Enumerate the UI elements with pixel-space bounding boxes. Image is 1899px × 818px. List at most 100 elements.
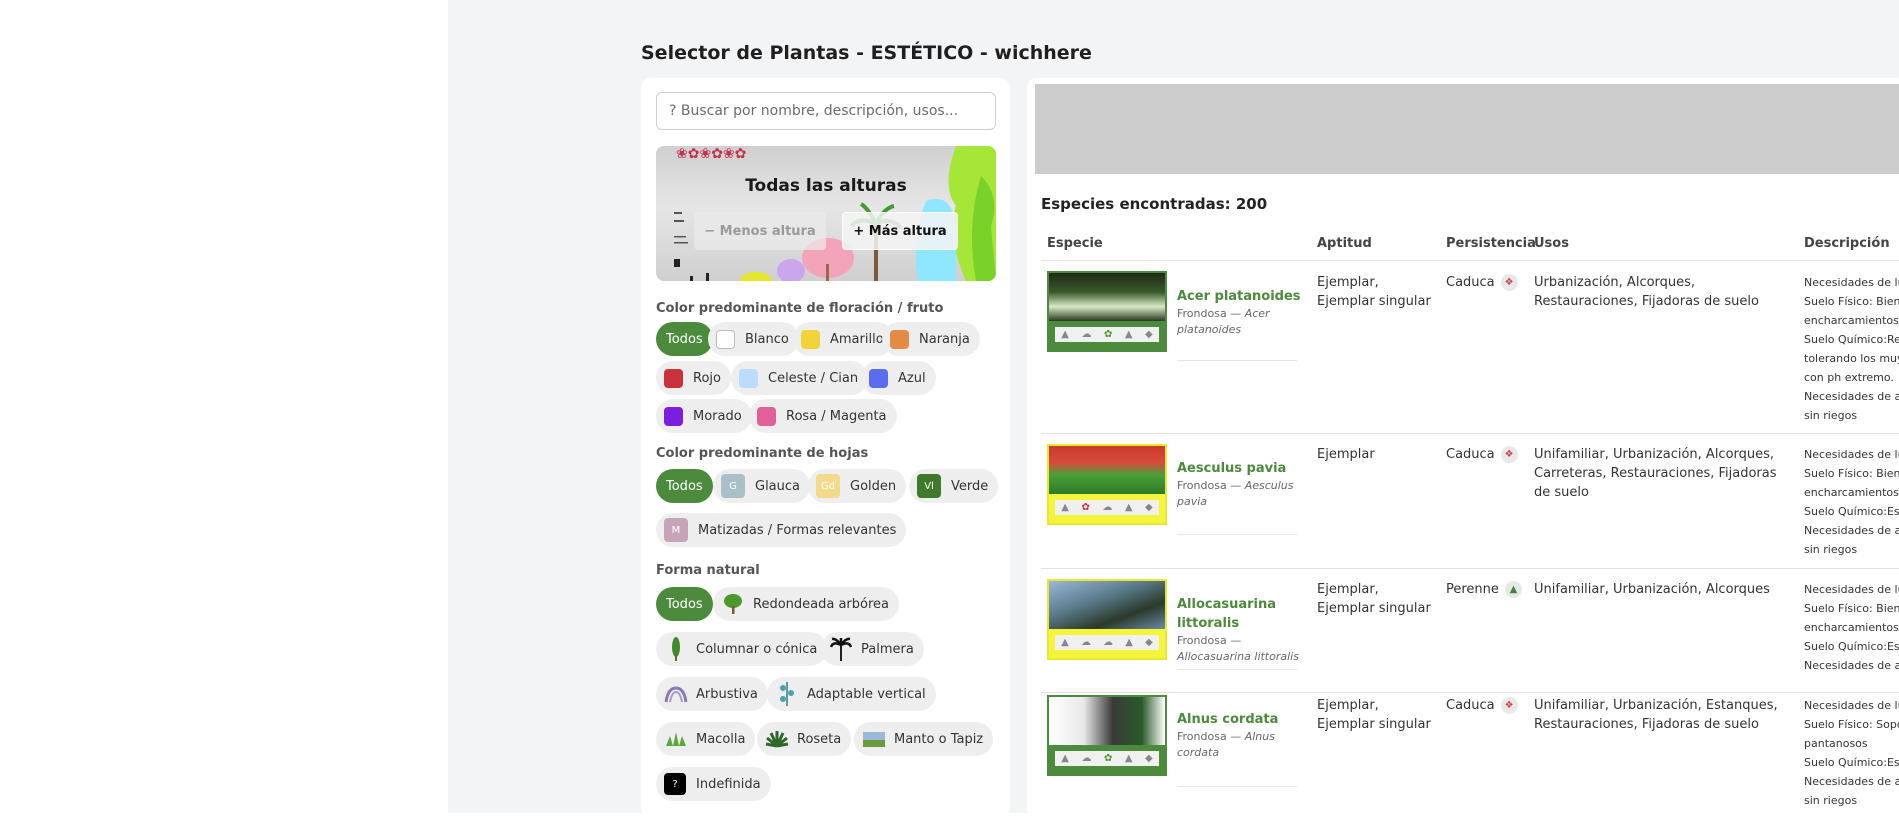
trait-icons: ▲ ✿ ☁ ▲ ◆ xyxy=(1055,500,1159,515)
glauca-swatch: G xyxy=(721,474,745,498)
uses-cell: Unifamiliar, Urbanización, Alcorques, Ca… xyxy=(1534,447,1777,500)
flower-color-blue-chip[interactable]: Azul xyxy=(861,361,936,395)
description-cell: Necesidades de luz Suelo Físico: Bien c … xyxy=(1804,445,1899,559)
leaf-color-glauca-chip[interactable]: G Glauca xyxy=(713,469,811,503)
leaf-color-golden-chip[interactable]: Gd Golden xyxy=(808,469,907,503)
leaf-color-all-chip[interactable]: Todos xyxy=(656,469,713,503)
flower-color-orange-chip[interactable]: Naranja xyxy=(882,322,980,356)
chip-label: Adaptable vertical xyxy=(807,686,926,702)
description-line: encharcamientos xyxy=(1804,486,1899,499)
results-count: Especies encontradas: 200 xyxy=(1041,195,1268,213)
species-photo xyxy=(1049,581,1165,629)
chip-label: Todos xyxy=(666,478,703,494)
flower-color-label: Color predominante de floración / fruto xyxy=(656,301,944,316)
species-name-link[interactable]: Alnus cordata xyxy=(1177,710,1278,729)
row-divider xyxy=(1177,786,1297,787)
column-header-aptitude[interactable]: Aptitud xyxy=(1317,236,1372,251)
description-line: sin riegos xyxy=(1804,794,1858,807)
form-climber-chip[interactable]: Adaptable vertical xyxy=(767,677,936,711)
description-cell: Necesidades de luz Suelo Físico: Bien c … xyxy=(1804,273,1899,425)
left-blank-area xyxy=(0,0,448,813)
description-line: Necesidades de ag xyxy=(1804,659,1899,672)
species-name-link[interactable]: Aesculus pavia xyxy=(1177,459,1286,478)
chip-label: Macolla xyxy=(696,731,746,747)
column-header-persistence[interactable]: Persistencia xyxy=(1446,236,1536,251)
form-tussock-chip[interactable]: Macolla xyxy=(656,722,756,756)
trait-strip: ▲ ✿ ☁ ▲ ◆ xyxy=(1049,494,1165,523)
chip-label: Roseta xyxy=(797,731,842,747)
chip-label: Glauca xyxy=(755,478,801,494)
column-header-description[interactable]: Descripción xyxy=(1804,236,1890,251)
purple-swatch xyxy=(664,406,683,426)
species-thumbnail[interactable]: ▲ ☁ ✿ ▲ ◆ xyxy=(1047,695,1167,776)
leaf-color-variegated-chip[interactable]: M Matizadas / Formas relevantes xyxy=(656,513,907,547)
trait-icons: ▲ ☁ ✿ ▲ ◆ xyxy=(1055,751,1159,766)
chip-label: Palmera xyxy=(861,641,914,657)
palm-icon xyxy=(829,637,853,661)
species-thumbnail[interactable]: ▲ ✿ ☁ ▲ ◆ xyxy=(1047,444,1167,525)
species-name-link[interactable]: Acer platanoides xyxy=(1177,287,1301,306)
species-thumbnail[interactable]: ▲ ☁ ☁ ▲ ◆ xyxy=(1047,579,1167,660)
results-panel: Especies encontradas: 200 Especie Aptitu… xyxy=(1027,78,1899,818)
chip-label: Matizadas / Formas relevantes xyxy=(698,522,897,538)
height-filter: ❀✿❀✿❀✿ Todas las alturas − Menos altura … xyxy=(656,146,996,281)
leaf-color-green-chip[interactable]: Vl Verde xyxy=(909,469,999,503)
description-line: Necesidades de luz xyxy=(1804,276,1899,289)
species-thumbnail[interactable]: ▲ ☁ ✿ ▲ ◆ xyxy=(1047,271,1167,352)
header-divider xyxy=(1041,260,1899,261)
persistence-value: Caduca xyxy=(1446,447,1495,462)
trait-icons: ▲ ☁ ☁ ▲ ◆ xyxy=(1055,635,1159,650)
flower-color-red-chip[interactable]: Rojo xyxy=(656,361,731,395)
evergreen-icon: ▲ xyxy=(1504,581,1522,598)
species-type: Frondosa — xyxy=(1177,307,1242,320)
flower-color-yellow-chip[interactable]: Amarillo xyxy=(793,322,894,356)
description-line: Suelo Químico:Esp xyxy=(1804,505,1899,518)
column-header-uses[interactable]: Usos xyxy=(1534,236,1569,251)
description-line: encharcamientos xyxy=(1804,621,1899,634)
species-type: Frondosa — xyxy=(1177,634,1242,647)
persistence-cell: Perenne ▲ xyxy=(1446,580,1522,599)
form-all-chip[interactable]: Todos xyxy=(656,587,713,621)
more-height-button[interactable]: + Más altura xyxy=(842,212,958,250)
chip-label: Blanco xyxy=(745,331,789,347)
columnar-tree-icon xyxy=(664,637,688,661)
chip-label: Amarillo xyxy=(830,331,884,347)
uses-cell: Unifamiliar, Urbanización, Alcorques xyxy=(1534,582,1770,597)
description-cell: Necesidades de luz Suelo Físico: Sopor p… xyxy=(1804,696,1899,810)
form-undefined-chip[interactable]: ? Indefinida xyxy=(656,767,771,801)
deciduous-icon: ❖ xyxy=(1500,697,1518,714)
column-header-species[interactable]: Especie xyxy=(1047,236,1103,251)
less-height-button[interactable]: − Menos altura xyxy=(694,212,826,250)
aptitude-cell: Ejemplar, Ejemplar singular xyxy=(1317,275,1431,309)
flower-color-pink-chip[interactable]: Rosa / Magenta xyxy=(749,399,897,433)
pink-swatch xyxy=(757,406,776,426)
white-swatch xyxy=(716,329,735,349)
form-rosette-chip[interactable]: Roseta xyxy=(757,722,852,756)
carpet-icon xyxy=(862,727,886,751)
description-line: Necesidades de luz xyxy=(1804,583,1899,596)
flower-color-white-chip[interactable]: Blanco xyxy=(708,322,799,356)
form-round-tree-chip[interactable]: Redondeada arbórea xyxy=(713,587,899,621)
species-name-link[interactable]: Allocasuarina littoralis xyxy=(1177,595,1297,633)
persistence-cell: Caduca ❖ xyxy=(1446,445,1518,464)
uses-cell: Unifamiliar, Urbanización, Estanques, Re… xyxy=(1534,698,1778,732)
flower-color-purple-chip[interactable]: Morado xyxy=(656,399,752,433)
row-separator xyxy=(1041,568,1899,569)
search-input[interactable] xyxy=(656,92,996,130)
golden-swatch: Gd xyxy=(816,474,840,498)
description-line: pantanosos xyxy=(1804,737,1868,750)
form-palm-chip[interactable]: Palmera xyxy=(821,632,924,666)
form-shrub-chip[interactable]: Arbustiva xyxy=(656,677,768,711)
row-separator xyxy=(1041,433,1899,434)
form-carpet-chip[interactable]: Manto o Tapiz xyxy=(854,722,994,756)
form-columnar-chip[interactable]: Columnar o cónica xyxy=(656,632,828,666)
yellow-swatch xyxy=(801,329,820,349)
flower-color-cyan-chip[interactable]: Celeste / Cian xyxy=(731,361,869,395)
chip-label: Todos xyxy=(666,596,703,612)
deciduous-icon: ❖ xyxy=(1500,446,1518,463)
description-line: con ph extremo. xyxy=(1804,371,1894,384)
persistence-value: Caduca xyxy=(1446,698,1495,713)
persistence-cell: Caduca ❖ xyxy=(1446,273,1518,292)
description-line: Suelo Químico:Esp xyxy=(1804,756,1899,769)
flower-color-all-chip[interactable]: Todos xyxy=(656,322,713,356)
